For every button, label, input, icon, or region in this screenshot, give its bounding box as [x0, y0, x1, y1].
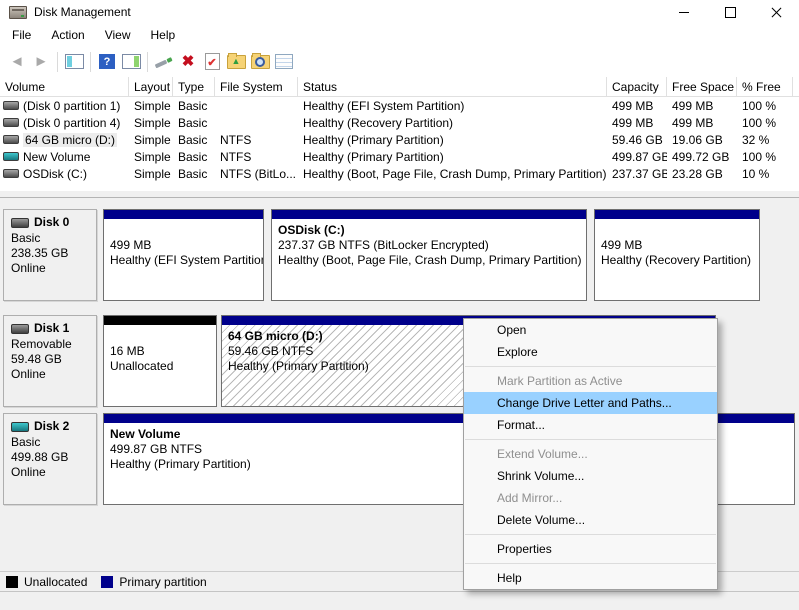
context-menu-mark-partition-active: Mark Partition as Active [497, 374, 623, 388]
context-menu-explore[interactable]: Explore [464, 341, 717, 363]
window-title: Disk Management [34, 5, 131, 19]
maximize-button[interactable] [707, 0, 753, 24]
properties-icon[interactable] [152, 51, 176, 73]
volume-row-selected[interactable]: 64 GB micro (D:) Simple Basic NTFS Healt… [0, 131, 799, 148]
context-menu-help[interactable]: Help [464, 567, 717, 589]
explore-folder-icon[interactable] [248, 51, 272, 73]
context-menu-format[interactable]: Format... [464, 414, 717, 436]
volume-row[interactable]: New Volume Simple Basic NTFS Healthy (Pr… [0, 148, 799, 165]
header-file-system[interactable]: File System [215, 77, 298, 96]
menu-help[interactable]: Help [141, 25, 186, 45]
header-volume[interactable]: Volume [0, 77, 129, 96]
header-free-space[interactable]: Free Space [667, 77, 737, 96]
header-filler [793, 77, 799, 96]
context-menu-open[interactable]: Open [464, 319, 717, 341]
menu-action[interactable]: Action [41, 25, 94, 45]
unallocated-legend-label: Unallocated [24, 574, 88, 589]
disk1-label[interactable]: Disk 1 Removable 59.48 GB Online [3, 315, 97, 407]
volume-list-header: Volume Layout Type File System Status Ca… [0, 77, 799, 97]
volume-disk-icon [3, 169, 19, 178]
header-pct-free[interactable]: % Free [737, 77, 793, 96]
minimize-icon [679, 11, 689, 13]
forward-icon[interactable]: ► [29, 51, 53, 73]
app-disk-icon [9, 5, 27, 19]
header-layout[interactable]: Layout [129, 77, 173, 96]
pane-splitter[interactable] [0, 191, 799, 198]
toolbar-separator [147, 51, 148, 72]
toolbar: ◄ ► ? ✖ ✔ ▲ [0, 46, 799, 78]
menu-file[interactable]: File [2, 25, 41, 45]
console-tree-icon[interactable] [62, 51, 86, 73]
back-icon[interactable]: ◄ [5, 51, 29, 73]
volume-row[interactable]: (Disk 0 partition 4) Simple Basic Health… [0, 114, 799, 131]
help-icon[interactable]: ? [95, 51, 119, 73]
volume-disk-icon [3, 118, 19, 127]
primary-partition-swatch [101, 575, 114, 588]
header-capacity[interactable]: Capacity [607, 77, 667, 96]
titlebar: Disk Management [0, 0, 799, 24]
volume-disk-icon [3, 101, 19, 110]
action-pane-icon[interactable] [119, 51, 143, 73]
disk-row-0: Disk 0 Basic 238.35 GB Online 499 MB Hea… [0, 209, 799, 301]
disk-icon [11, 421, 29, 432]
primary-partition-legend-label: Primary partition [119, 574, 207, 589]
primary-partition-bar [104, 210, 263, 219]
context-menu-separator [465, 563, 716, 564]
menubar: File Action View Help [0, 24, 799, 46]
context-menu-shrink-volume[interactable]: Shrink Volume... [464, 465, 717, 487]
disk-icon [11, 323, 29, 334]
partition-osdisk-c[interactable]: OSDisk (C:) 237.37 GB NTFS (BitLocker En… [271, 209, 587, 301]
primary-partition-bar [272, 210, 586, 219]
context-menu-change-drive-letter[interactable]: Change Drive Letter and Paths... [464, 392, 717, 414]
open-folder-icon[interactable]: ▲ [224, 51, 248, 73]
volume-row[interactable]: (Disk 0 partition 1) Simple Basic Health… [0, 97, 799, 114]
context-menu-separator [465, 439, 716, 440]
toolbar-separator [90, 51, 91, 72]
close-icon [771, 7, 782, 18]
volume-row[interactable]: OSDisk (C:) Simple Basic NTFS (BitLo... … [0, 165, 799, 182]
volume-disk-icon [3, 152, 19, 161]
primary-partition-bar [595, 210, 759, 219]
header-status[interactable]: Status [298, 77, 607, 96]
delete-volume-icon[interactable]: ✖ [176, 51, 200, 73]
volume-disk-icon [3, 135, 19, 144]
partition-unallocated[interactable]: 16 MB Unallocated [103, 315, 217, 407]
context-menu-delete-volume[interactable]: Delete Volume... [464, 509, 717, 531]
unallocated-bar [104, 316, 216, 325]
context-menu-add-mirror: Add Mirror... [497, 491, 563, 505]
unallocated-swatch [6, 575, 18, 588]
mark-active-icon[interactable]: ✔ [200, 51, 224, 73]
partition-recovery[interactable]: 499 MB Healthy (Recovery Partition) [594, 209, 760, 301]
views-icon[interactable] [272, 51, 296, 73]
maximize-icon [724, 6, 736, 18]
close-button[interactable] [753, 0, 799, 24]
context-menu-separator [465, 366, 716, 367]
header-type[interactable]: Type [173, 77, 215, 96]
toolbar-separator [57, 51, 58, 72]
disk-management-window: Disk Management File Action View Help ◄ … [0, 0, 799, 610]
context-menu: Open Explore Mark Partition as Active Ch… [463, 318, 718, 590]
disk-icon [11, 217, 29, 228]
context-menu-separator [465, 534, 716, 535]
volume-list: Volume Layout Type File System Status Ca… [0, 77, 799, 191]
minimize-button[interactable] [661, 0, 707, 24]
disk0-label[interactable]: Disk 0 Basic 238.35 GB Online [3, 209, 97, 301]
disk2-label[interactable]: Disk 2 Basic 499.88 GB Online [3, 413, 97, 505]
partition-efi[interactable]: 499 MB Healthy (EFI System Partition) [103, 209, 264, 301]
menu-view[interactable]: View [95, 25, 141, 45]
context-menu-extend-volume: Extend Volume... [497, 447, 588, 461]
context-menu-properties[interactable]: Properties [464, 538, 717, 560]
